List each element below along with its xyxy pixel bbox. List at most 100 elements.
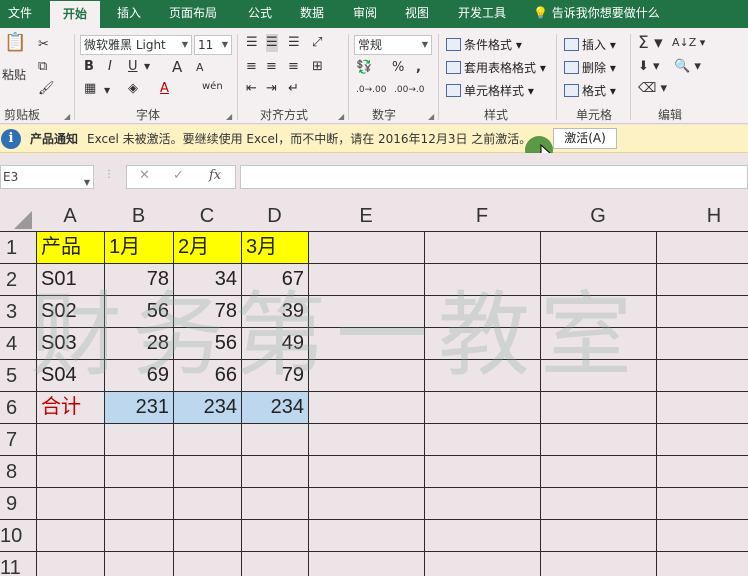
format-cells-button[interactable]: 格式 ▾: [564, 82, 616, 100]
comma-button[interactable]: ,: [416, 59, 421, 77]
phonetic-button[interactable]: wén: [202, 78, 223, 96]
tab-file[interactable]: 文件: [6, 0, 34, 28]
bottom-align-icon[interactable]: ☰: [288, 34, 300, 52]
cell-a4[interactable]: S03: [37, 328, 104, 359]
autosum-icon[interactable]: Σ ▾: [638, 34, 663, 52]
cell-b5[interactable]: 69: [105, 360, 173, 391]
formula-input[interactable]: [240, 165, 748, 189]
insert-function-icon[interactable]: fx: [209, 168, 221, 183]
format-as-table-button[interactable]: 套用表格格式 ▾: [446, 59, 546, 77]
delete-cells-button[interactable]: 删除 ▾: [564, 59, 616, 77]
worksheet-grid[interactable]: A B C D E F G H 1 2 3 4 5 6 7 8 9 10 11 …: [0, 201, 748, 576]
underline-button[interactable]: U: [128, 58, 138, 76]
cell-a2[interactable]: S01: [37, 264, 104, 295]
cell-b3[interactable]: 56: [105, 296, 173, 327]
row-header-3[interactable]: 3: [0, 296, 36, 328]
font-color-icon[interactable]: A: [160, 80, 169, 98]
font-name-select[interactable]: 微软雅黑 Light ▼: [80, 35, 192, 55]
column-header-g[interactable]: G: [540, 201, 656, 231]
bold-button[interactable]: B: [84, 58, 94, 76]
fill-icon[interactable]: ⬇ ▾: [638, 58, 660, 76]
wrap-text-icon[interactable]: ↵: [288, 80, 299, 98]
align-right-icon[interactable]: ≡: [288, 58, 299, 76]
cancel-icon[interactable]: ✕: [139, 168, 150, 183]
insert-cells-button[interactable]: 插入 ▾: [564, 36, 616, 54]
currency-icon[interactable]: 💱: [356, 59, 372, 77]
column-header-c[interactable]: C: [173, 201, 241, 231]
select-all-corner[interactable]: [14, 211, 32, 229]
row-header-2[interactable]: 2: [0, 264, 36, 296]
underline-dropdown-icon[interactable]: ▼: [144, 58, 150, 76]
row-header-5[interactable]: 5: [0, 360, 36, 392]
column-header-h[interactable]: H: [656, 201, 748, 231]
alignment-launcher-icon[interactable]: ◢: [338, 112, 344, 121]
clipboard-launcher-icon[interactable]: ◢: [64, 112, 70, 121]
number-format-select[interactable]: 常规 ▼: [354, 35, 432, 55]
paste-icon[interactable]: 📋: [4, 34, 26, 52]
cell-d3[interactable]: 39: [242, 296, 308, 327]
column-header-b[interactable]: B: [104, 201, 173, 231]
row-header-9[interactable]: 9: [0, 488, 36, 520]
sort-filter-icon[interactable]: A↓Z ▾: [672, 34, 705, 52]
top-align-icon[interactable]: ☰: [246, 34, 258, 52]
cell-d4[interactable]: 49: [242, 328, 308, 359]
row-header-8[interactable]: 8: [0, 456, 36, 488]
tab-view[interactable]: 视图: [403, 0, 431, 28]
row-header-7[interactable]: 7: [0, 424, 36, 456]
copy-icon[interactable]: ⧉: [38, 58, 47, 76]
tab-formulas[interactable]: 公式: [246, 0, 274, 28]
tab-home[interactable]: 开始: [50, 1, 100, 28]
cell-c6[interactable]: 234: [174, 392, 241, 423]
clear-icon[interactable]: ⌫ ▾: [638, 80, 667, 98]
cell-c3[interactable]: 78: [174, 296, 241, 327]
grow-font-button[interactable]: A: [172, 58, 182, 76]
tab-insert[interactable]: 插入: [114, 0, 144, 28]
cell-b2[interactable]: 78: [105, 264, 173, 295]
italic-button[interactable]: I: [108, 58, 112, 76]
row-header-4[interactable]: 4: [0, 328, 36, 360]
activate-button[interactable]: 激活(A): [553, 128, 617, 149]
conditional-format-button[interactable]: 条件格式 ▾: [446, 36, 522, 54]
paste-label[interactable]: 粘贴: [2, 66, 26, 84]
cell-a5[interactable]: S04: [37, 360, 104, 391]
cell-d2[interactable]: 67: [242, 264, 308, 295]
format-painter-icon[interactable]: 🖌: [38, 80, 55, 98]
font-size-select[interactable]: 11 ▼: [194, 35, 232, 55]
orientation-icon[interactable]: ⤢: [312, 34, 322, 52]
increase-indent-icon[interactable]: ⇥: [266, 80, 277, 98]
align-left-icon[interactable]: ≡: [246, 58, 257, 76]
tab-page-layout[interactable]: 页面布局: [168, 0, 218, 28]
name-box[interactable]: E3 ▼: [0, 165, 94, 189]
row-header-11[interactable]: 11: [0, 552, 36, 576]
percent-button[interactable]: %: [392, 59, 404, 77]
shrink-font-button[interactable]: A: [196, 59, 204, 77]
cell-a3[interactable]: S02: [37, 296, 104, 327]
cell-c1[interactable]: 2月: [174, 232, 241, 263]
column-header-a[interactable]: A: [36, 201, 104, 231]
enter-icon[interactable]: ✓: [173, 168, 184, 183]
cell-d6[interactable]: 234: [242, 392, 308, 423]
borders-icon[interactable]: ▦: [84, 80, 96, 98]
row-header-6[interactable]: 6: [0, 392, 36, 424]
find-select-icon[interactable]: 🔍 ▾: [674, 58, 701, 76]
tab-data[interactable]: 数据: [298, 0, 326, 28]
middle-align-icon[interactable]: ☰: [266, 34, 278, 52]
cell-b6[interactable]: 231: [105, 392, 173, 423]
font-launcher-icon[interactable]: ◢: [226, 112, 232, 121]
cell-b1[interactable]: 1月: [105, 232, 173, 263]
cell-d1[interactable]: 3月: [242, 232, 308, 263]
cell-styles-button[interactable]: 单元格样式 ▾: [446, 82, 534, 100]
cell-a6[interactable]: 合计: [37, 392, 104, 423]
fill-color-icon[interactable]: ◈: [128, 80, 138, 98]
cell-b4[interactable]: 28: [105, 328, 173, 359]
cell-a1[interactable]: 产品: [37, 232, 104, 263]
resize-handle-icon[interactable]: ⋮: [104, 169, 114, 180]
decrease-indent-icon[interactable]: ⇤: [246, 80, 257, 98]
cell-c5[interactable]: 66: [174, 360, 241, 391]
row-header-10[interactable]: 10: [0, 520, 36, 552]
tell-me-box[interactable]: 💡 告诉我你想要做什么: [533, 0, 660, 28]
align-center-icon[interactable]: ≡: [266, 58, 277, 76]
increase-decimal-icon[interactable]: .0→.00: [356, 81, 386, 99]
column-header-d[interactable]: D: [241, 201, 308, 231]
tab-review[interactable]: 审阅: [351, 0, 379, 28]
